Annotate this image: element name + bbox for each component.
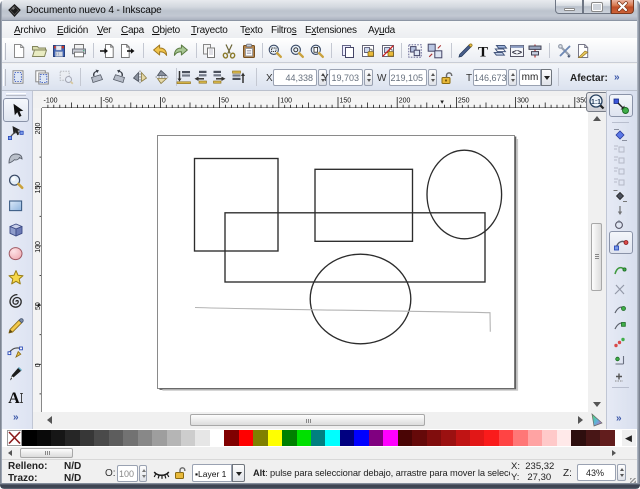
svg-text:0: 0	[162, 98, 166, 105]
svg-text:250: 250	[458, 98, 470, 105]
svg-text:-100: -100	[44, 98, 58, 105]
svg-text:350: 350	[576, 98, 586, 105]
svg-text:50: 50	[221, 98, 229, 105]
svg-text:0: 0	[35, 363, 42, 367]
svg-text:200: 200	[35, 123, 42, 135]
svg-text:1:1: 1:1	[591, 99, 601, 106]
svg-text:T: T	[478, 44, 488, 59]
svg-text:A: A	[8, 390, 20, 407]
svg-text:150: 150	[35, 182, 42, 194]
svg-text:<>: <>	[512, 48, 522, 58]
svg-text:100: 100	[280, 98, 292, 105]
svg-text:100: 100	[35, 241, 42, 253]
svg-text:300: 300	[517, 98, 529, 105]
svg-text:-50: -50	[103, 98, 113, 105]
svg-text:150: 150	[340, 98, 352, 105]
svg-text:200: 200	[399, 98, 411, 105]
